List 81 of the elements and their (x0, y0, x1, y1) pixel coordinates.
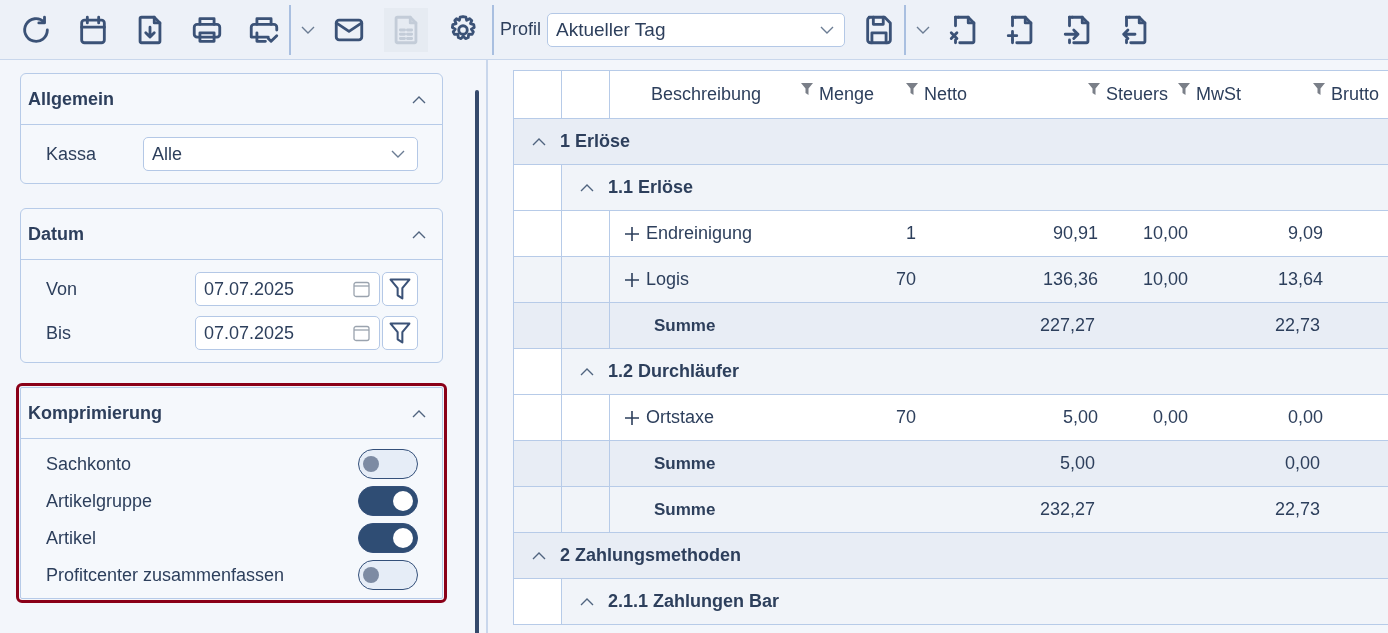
date-field[interactable]: 07.07.2025 (195, 316, 380, 350)
sum-label: Summe (654, 453, 716, 473)
profile-select[interactable]: Aktueller Tag (547, 12, 845, 47)
dropdown-caret-icon[interactable] (391, 150, 405, 158)
filter-button[interactable] (382, 272, 418, 306)
kassa-select[interactable]: Alle (143, 137, 418, 171)
table-cell: 10,00 (1142, 223, 1188, 243)
caret-icon[interactable] (301, 25, 315, 34)
column-header[interactable]: Steuers (1106, 84, 1169, 105)
caret-icon[interactable] (916, 25, 930, 34)
table-cell: Ortstaxe (646, 407, 715, 428)
collapse-icon[interactable] (532, 137, 546, 146)
field-label: Von (46, 278, 78, 300)
table-cell: Logis (646, 269, 690, 290)
table-cell: 10,00 (1142, 269, 1188, 289)
filter-icon[interactable] (1087, 81, 1101, 96)
table-cell: 136,36 (1042, 269, 1098, 289)
table-cell: 70 (895, 407, 916, 427)
table-cell: 5,00 (1062, 407, 1098, 427)
panel-title: Komprimierung (28, 402, 162, 424)
filter-icon[interactable] (389, 322, 411, 344)
table-cell: 0,00 (1287, 407, 1323, 427)
toggle-switch[interactable] (358, 486, 418, 516)
scrollbar[interactable] (475, 90, 479, 633)
toggle-switch[interactable] (358, 449, 418, 479)
collapse-icon[interactable] (412, 229, 426, 239)
collapse-icon[interactable] (580, 367, 594, 376)
toggle-label: Sachkonto (46, 453, 132, 475)
sum-value: 0,00 (1284, 453, 1320, 473)
sum-value: 22,73 (1274, 315, 1320, 335)
profile-label: Profil (500, 19, 541, 40)
collapse-icon[interactable] (532, 551, 546, 560)
sum-value: 22,73 (1274, 499, 1320, 519)
filter-icon[interactable] (389, 278, 411, 300)
collapse-icon[interactable] (580, 183, 594, 192)
table-cell: 9,09 (1287, 223, 1323, 243)
calendar-icon[interactable] (353, 280, 370, 298)
panel-title: Allgemein (28, 88, 115, 110)
collapse-icon[interactable] (412, 408, 426, 418)
column-header[interactable]: MwSt (1196, 84, 1241, 105)
toggle-label: Profitcenter zusammenfassen (46, 564, 285, 586)
table-cell: 13,64 (1277, 269, 1323, 289)
sum-value: 232,27 (1039, 499, 1095, 519)
column-header[interactable]: Brutto (1331, 84, 1380, 105)
toggle-label: Artikel (46, 527, 96, 549)
sum-label: Summe (654, 315, 716, 335)
collapse-icon[interactable] (580, 597, 594, 606)
group-label: 1.1 Erlöse (608, 177, 694, 198)
field-label: Bis (46, 322, 71, 344)
column-header[interactable]: Menge (819, 84, 875, 105)
expand-icon[interactable] (624, 409, 640, 426)
toggle-switch[interactable] (358, 560, 418, 590)
filter-icon[interactable] (800, 81, 814, 96)
table-cell: 0,00 (1152, 407, 1188, 427)
sum-value: 227,27 (1039, 315, 1095, 335)
date-field[interactable]: 07.07.2025 (195, 272, 380, 306)
group-label: 2 Zahlungsmethoden (560, 545, 741, 566)
expand-icon[interactable] (624, 271, 640, 288)
group-label: 1 Erlöse (560, 131, 631, 152)
dropdown-caret-icon[interactable] (820, 25, 834, 34)
column-header[interactable]: Beschreibung (651, 84, 762, 105)
calendar-icon[interactable] (353, 324, 370, 342)
group-label: 2.1.1 Zahlungen Bar (608, 591, 780, 612)
field-label: Kassa (46, 143, 97, 165)
group-label: 1.2 Durchläufer (608, 361, 740, 382)
table-cell: Endreinigung (646, 223, 753, 244)
sum-label: Summe (654, 499, 716, 519)
toggle-label: Artikelgruppe (46, 490, 153, 512)
table-cell: 70 (895, 269, 916, 289)
sum-value: 5,00 (1059, 453, 1095, 473)
toggle-switch[interactable] (358, 523, 418, 553)
panel-title: Datum (28, 223, 84, 245)
filter-icon[interactable] (1177, 81, 1191, 96)
collapse-icon[interactable] (412, 94, 426, 104)
column-header[interactable]: Netto (924, 84, 968, 105)
filter-icon[interactable] (1312, 81, 1326, 96)
filter-icon[interactable] (905, 81, 919, 96)
expand-icon[interactable] (624, 225, 640, 242)
filter-button[interactable] (382, 316, 418, 350)
table-cell: 90,91 (1052, 223, 1098, 243)
table-cell: 1 (906, 223, 916, 243)
